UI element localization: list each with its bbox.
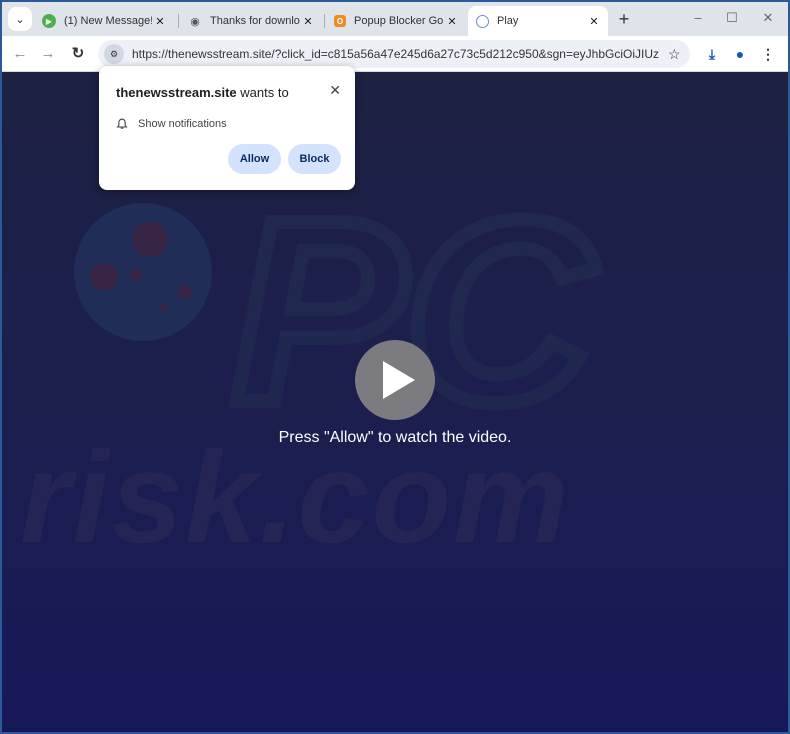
- popup-wants-to: wants to: [236, 85, 289, 100]
- tab-popup-blocker-gold[interactable]: O Popup Blocker Gold ✕: [326, 6, 466, 36]
- tab-play[interactable]: Play ✕: [468, 6, 608, 36]
- watermark-dot: [132, 221, 168, 257]
- menu-icon[interactable]: ⋮: [758, 44, 778, 64]
- popup-title: thenewsstream.site wants to: [116, 85, 289, 100]
- browser-window: ⌄ ▶ (1) New Message! ✕ ◉ Thanks for down…: [2, 2, 788, 732]
- play-icon: [383, 361, 415, 399]
- tab-new-message[interactable]: ▶ (1) New Message! ✕: [34, 6, 174, 36]
- permission-row: Show notifications: [116, 118, 227, 130]
- tab-close-icon[interactable]: ✕: [152, 15, 168, 28]
- bookmark-star-icon[interactable]: ☆: [668, 46, 681, 63]
- globe-icon: ◉: [190, 15, 200, 28]
- tab-close-icon[interactable]: ✕: [444, 15, 460, 28]
- new-tab-button[interactable]: +: [614, 9, 634, 30]
- tab-close-icon[interactable]: ✕: [300, 15, 316, 28]
- site-info-icon[interactable]: ⚙: [104, 44, 124, 64]
- forward-button[interactable]: →: [38, 44, 58, 64]
- tab-separator: [324, 14, 325, 28]
- watermark-logo-circle: [74, 203, 212, 341]
- reload-button[interactable]: ↻: [68, 44, 88, 64]
- minimize-button[interactable]: –: [688, 10, 708, 25]
- address-bar[interactable]: ⚙ https://thenewsstream.site/?click_id=c…: [98, 40, 690, 68]
- watermark-dot: [90, 263, 118, 291]
- bell-icon: [116, 118, 128, 129]
- maximize-button[interactable]: ☐: [722, 10, 742, 26]
- tab-search-button[interactable]: ⌄: [8, 7, 32, 31]
- profile-icon[interactable]: ●: [730, 44, 750, 64]
- allow-button[interactable]: Allow: [228, 144, 281, 174]
- back-button[interactable]: ←: [10, 44, 30, 64]
- url-text[interactable]: https://thenewsstream.site/?click_id=c81…: [132, 47, 660, 61]
- block-button[interactable]: Block: [288, 144, 341, 174]
- tab-title: (1) New Message!: [64, 15, 152, 27]
- tab-title: Popup Blocker Gold: [354, 15, 444, 27]
- tab-separator: [178, 14, 179, 28]
- watermark-dot: [130, 269, 142, 281]
- tab-title: Thanks for downloading: [210, 15, 300, 27]
- watermark-dot: [160, 303, 168, 311]
- tab-title: Play: [497, 15, 519, 27]
- download-icon[interactable]: ⤓: [702, 44, 722, 64]
- video-caption: Press "Allow" to watch the video.: [278, 429, 512, 446]
- popup-site-name: thenewsstream.site: [116, 85, 237, 100]
- permission-label: Show notifications: [138, 118, 227, 130]
- play-circle-icon: ▶: [42, 14, 56, 28]
- tab-strip: ⌄ ▶ (1) New Message! ✕ ◉ Thanks for down…: [2, 2, 788, 36]
- page-icon: [476, 14, 489, 28]
- play-button[interactable]: [355, 340, 435, 420]
- popup-close-button[interactable]: ✕: [329, 82, 341, 99]
- notification-permission-popup: thenewsstream.site wants to ✕ Show notif…: [99, 66, 355, 190]
- popup-blocker-icon: O: [334, 15, 346, 27]
- watermark-dot: [178, 285, 192, 299]
- chevron-down-icon: ⌄: [15, 13, 25, 26]
- tab-close-icon[interactable]: ✕: [586, 15, 602, 28]
- tab-thanks-for-downloading[interactable]: ◉ Thanks for downloading ✕: [180, 6, 322, 36]
- window-close-button[interactable]: ✕: [758, 10, 778, 26]
